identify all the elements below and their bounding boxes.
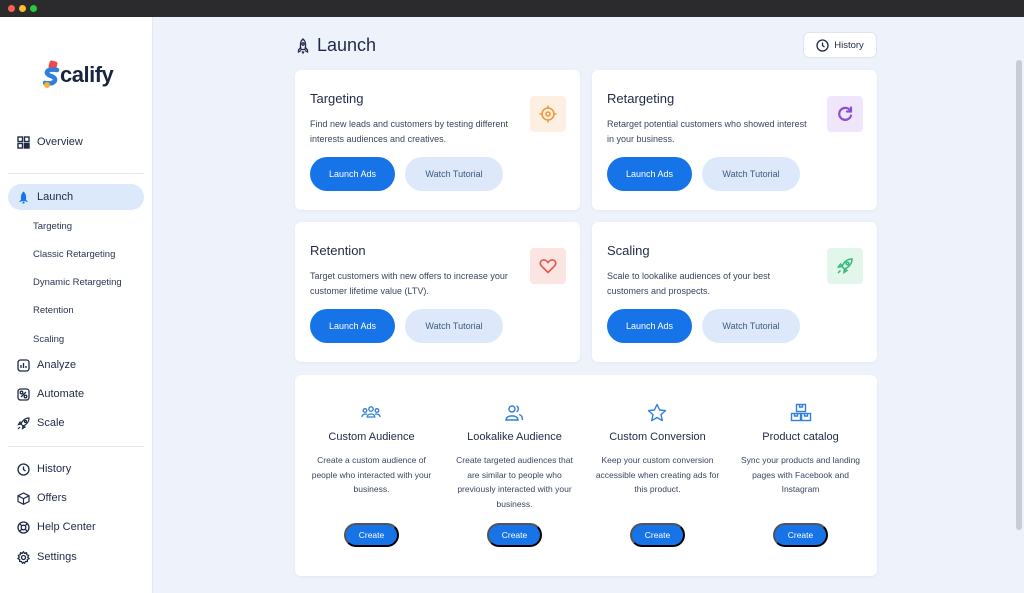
tool-description: Create targeted audiences that are simil… [456, 455, 573, 509]
page-title-text: Launch [317, 35, 377, 55]
watch-tutorial-button[interactable]: Watch Tutorial [702, 309, 800, 343]
sidebar-subitem-classic-retargeting[interactable]: Classic Retargeting [33, 248, 115, 262]
watch-tutorial-button[interactable]: Watch Tutorial [405, 309, 503, 343]
page-title: Launch [295, 35, 376, 56]
gear-icon [16, 550, 30, 564]
bar-chart-icon [16, 358, 30, 372]
heart-icon [530, 248, 566, 284]
sidebar-item-analyze[interactable]: Analyze [8, 352, 144, 378]
sidebar-item-label: Automate [37, 388, 85, 400]
sidebar-item-label: History [37, 463, 72, 475]
app-logo[interactable]: calify [42, 57, 114, 93]
card-title: Retargeting [607, 91, 675, 106]
tool-title: Custom Conversion [609, 431, 706, 443]
tool-title: Product catalog [762, 431, 839, 443]
sidebar-item-label: Settings [37, 551, 77, 563]
tool-custom-conversion: Custom Conversion Keep your custom conve… [585, 375, 730, 576]
sidebar-subitem-scaling[interactable]: Scaling [33, 333, 64, 347]
sidebar: calify Overview Launch Targeting Classic… [0, 17, 153, 593]
users-icon [504, 403, 524, 423]
card-retargeting: Retargeting Retarget potential customers… [592, 70, 877, 210]
boxes-icon [790, 403, 812, 423]
card-scaling: Scaling Scale to lookalike audiences of … [592, 222, 877, 362]
clock-icon [16, 462, 30, 476]
card-description: Target customers with new offers to incr… [310, 271, 508, 296]
sidebar-item-settings[interactable]: Settings [8, 544, 144, 570]
page-scrollbar[interactable] [1016, 60, 1022, 530]
sidebar-item-label: Offers [37, 492, 67, 504]
tool-description: Sync your products and landing pages wit… [740, 455, 861, 494]
launch-ads-button[interactable]: Launch Ads [310, 309, 395, 343]
tool-description: Create a custom audience of people who i… [311, 455, 432, 494]
sidebar-item-history[interactable]: History [8, 456, 144, 482]
sidebar-item-label: Scale [37, 417, 65, 429]
crosshair-icon [530, 96, 566, 132]
tool-product-catalog: Product catalog Sync your products and l… [728, 375, 873, 576]
close-window-button[interactable] [8, 5, 15, 12]
card-retention: Retention Target customers with new offe… [295, 222, 580, 362]
card-description: Retarget potential customers who showed … [607, 119, 807, 144]
sidebar-item-automate[interactable]: Automate [8, 381, 144, 407]
launch-ads-button[interactable]: Launch Ads [607, 157, 692, 191]
card-description: Find new leads and customers by testing … [310, 119, 508, 144]
watch-tutorial-button[interactable]: Watch Tutorial [702, 157, 800, 191]
rocket-outline-icon [295, 37, 311, 54]
tool-description: Keep your custom conversion accessible w… [595, 455, 720, 494]
sidebar-subitem-retention[interactable]: Retention [33, 304, 74, 318]
create-button[interactable]: Create [773, 523, 828, 547]
automate-icon [16, 387, 30, 401]
tools-panel: Custom Audience Create a custom audience… [295, 375, 877, 576]
box-icon [16, 491, 30, 505]
rocket-outline-icon [16, 416, 30, 430]
sidebar-subitem-dynamic-retargeting[interactable]: Dynamic Retargeting [33, 276, 122, 290]
tool-title: Lookalike Audience [467, 431, 562, 443]
sidebar-item-overview[interactable]: Overview [8, 129, 144, 155]
sidebar-item-launch[interactable]: Launch [8, 184, 144, 210]
rocket-icon [16, 190, 30, 204]
rocket-icon [827, 248, 863, 284]
clock-icon [816, 38, 829, 52]
card-targeting: Targeting Find new leads and customers b… [295, 70, 580, 210]
tool-lookalike-audience: Lookalike Audience Create targeted audie… [442, 375, 587, 576]
sidebar-item-help-center[interactable]: Help Center [8, 514, 144, 540]
grid-icon [16, 135, 30, 149]
create-button[interactable]: Create [487, 523, 542, 547]
refresh-icon [827, 96, 863, 132]
create-button[interactable]: Create [630, 523, 685, 547]
card-title: Retention [310, 243, 366, 258]
history-button[interactable]: History [803, 32, 877, 58]
group-icon [361, 403, 381, 423]
sidebar-divider [8, 173, 144, 174]
sidebar-item-scale[interactable]: Scale [8, 410, 144, 436]
sidebar-divider [8, 446, 144, 447]
launch-ads-button[interactable]: Launch Ads [310, 157, 395, 191]
maximize-window-button[interactable] [30, 5, 37, 12]
tool-title: Custom Audience [328, 431, 415, 443]
sidebar-item-label: Help Center [37, 521, 96, 533]
card-description: Scale to lookalike audiences of your bes… [607, 271, 771, 296]
card-title: Targeting [310, 91, 364, 106]
sidebar-item-label: Overview [37, 136, 83, 148]
tool-custom-audience: Custom Audience Create a custom audience… [299, 375, 444, 576]
logo-text: calify [60, 62, 114, 87]
card-title: Scaling [607, 243, 650, 258]
minimize-window-button[interactable] [19, 5, 26, 12]
sidebar-item-label: Launch [37, 191, 74, 203]
sidebar-item-offers[interactable]: Offers [8, 485, 144, 511]
sidebar-subitem-targeting[interactable]: Targeting [33, 220, 72, 234]
watch-tutorial-button[interactable]: Watch Tutorial [405, 157, 503, 191]
create-button[interactable]: Create [344, 523, 399, 547]
launch-ads-button[interactable]: Launch Ads [607, 309, 692, 343]
star-icon [647, 403, 667, 423]
logo-mark-icon [42, 60, 60, 90]
sidebar-item-label: Analyze [37, 359, 77, 371]
window-titlebar [0, 0, 1024, 17]
history-button-label: History [834, 39, 864, 51]
lifebuoy-icon [16, 520, 30, 534]
